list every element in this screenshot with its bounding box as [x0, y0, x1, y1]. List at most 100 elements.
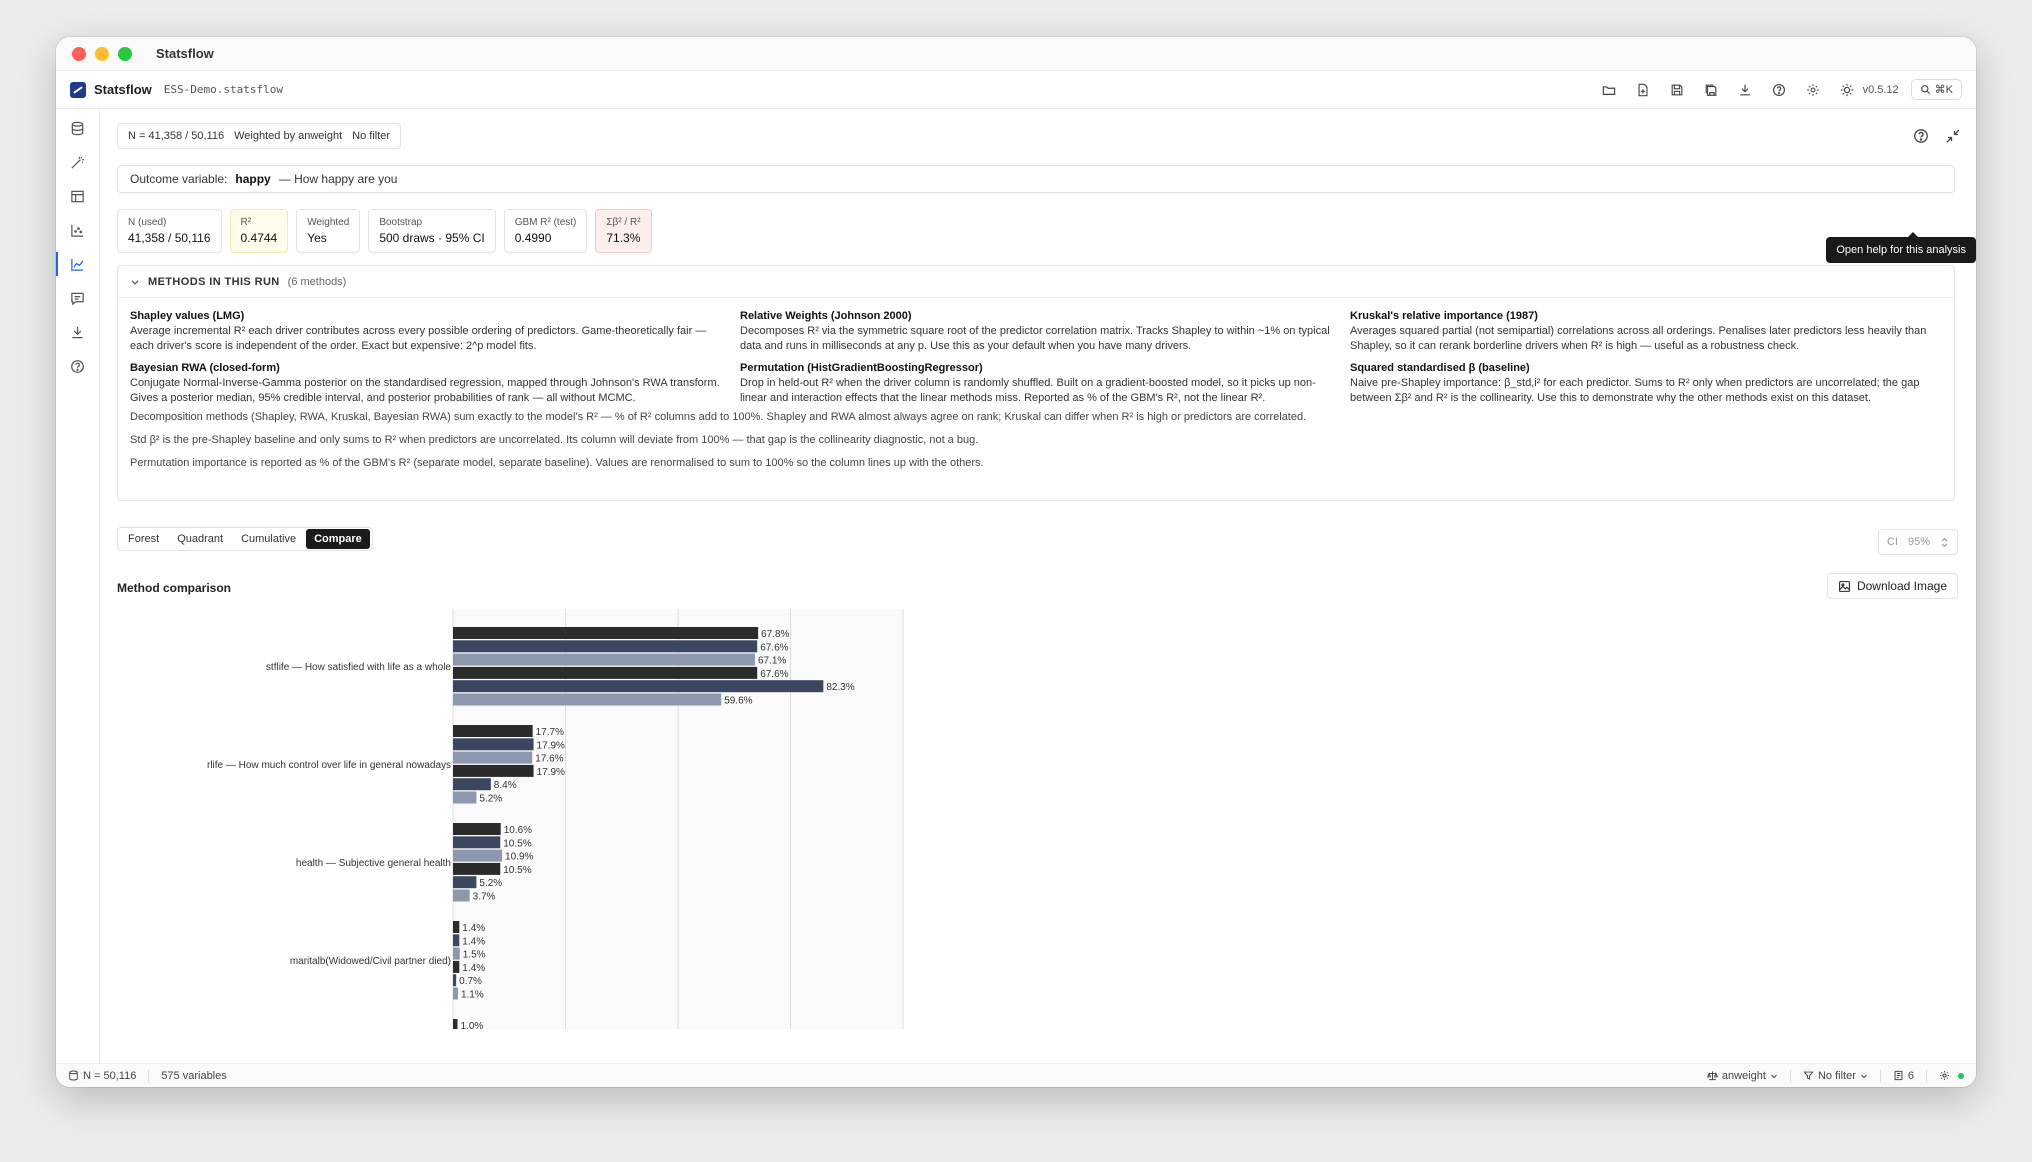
magic-wand-icon[interactable] — [69, 153, 87, 171]
sample-summary: N = 41,358 / 50,116 Weighted by anweight… — [117, 123, 402, 149]
scatter-chart-icon[interactable] — [69, 221, 87, 239]
app-window: Statsflow Statsflow ESS-Demo.statsflow v… — [56, 37, 1976, 1087]
statsflow-logo-icon — [70, 81, 86, 98]
bar — [453, 862, 501, 875]
bar — [453, 680, 824, 693]
download-icon[interactable] — [1737, 82, 1753, 98]
bar-value-label: 3.7% — [473, 892, 496, 903]
status-analyses-count[interactable]: 6 — [1893, 1070, 1914, 1082]
tab-forest[interactable]: Forest — [120, 529, 167, 549]
bar — [453, 947, 460, 960]
bar — [453, 823, 501, 835]
tab-compare[interactable]: Compare — [306, 529, 370, 549]
ci-select[interactable]: CI 95% — [1877, 529, 1958, 555]
bar — [453, 934, 460, 947]
bar — [453, 778, 491, 791]
bar-value-label: 1.4% — [462, 963, 485, 974]
outcome-variable-description: — How happy are you — [278, 172, 398, 186]
methods-note: Permutation importance is reported as % … — [130, 457, 984, 469]
command-palette-button[interactable]: ⌘K — [1910, 79, 1962, 100]
save-icon[interactable] — [1669, 82, 1685, 98]
filter-chip: No filter — [352, 130, 391, 142]
bar — [453, 987, 458, 1000]
app-version: v0.5.12 — [1862, 83, 1899, 96]
close-window-button[interactable] — [72, 46, 86, 61]
chart-title: Method comparison — [117, 581, 232, 595]
open-folder-icon[interactable] — [1601, 82, 1617, 98]
status-weight-select[interactable]: anweight — [1706, 1070, 1778, 1082]
help-circle-icon[interactable] — [69, 357, 87, 375]
stat-r-squared: R² 0.4744 — [229, 209, 289, 253]
bar-value-label: 10.5% — [503, 865, 531, 876]
stat-weighted: Weighted Yes — [296, 209, 361, 253]
bar — [453, 666, 758, 679]
ci-value: 95% — [1907, 536, 1930, 548]
download-image-button[interactable]: Download Image — [1826, 573, 1958, 599]
methods-count: (6 methods) — [287, 275, 347, 288]
stat-beta-ratio: Σβ² / R² 71.3% — [595, 209, 652, 253]
status-variables: 575 variables — [161, 1069, 227, 1082]
table-icon[interactable] — [69, 187, 87, 205]
methods-note: Std β² is the pre-Shapley baseline and o… — [130, 434, 979, 446]
save-all-icon[interactable] — [1703, 82, 1719, 98]
category-label: rlife — How much control over life in ge… — [207, 760, 451, 771]
comments-icon[interactable] — [69, 289, 87, 307]
engine-gear-icon — [1940, 1071, 1949, 1080]
image-icon — [1839, 580, 1850, 592]
status-online-dot — [1958, 1072, 1964, 1079]
collapse-icon[interactable] — [1944, 127, 1962, 145]
analysis-help-icon[interactable] — [1912, 127, 1930, 145]
maximize-window-button[interactable] — [118, 46, 132, 61]
bar — [453, 960, 460, 973]
window-controls — [72, 46, 132, 61]
status-sample: N = 50,116 — [68, 1070, 136, 1082]
method-bayesian-rwa: Bayesian RWA (closed-form) Conjugate Norm… — [130, 362, 720, 404]
stat-bootstrap: Bootstrap 500 draws · 95% CI — [368, 209, 496, 253]
method-relative-weights: Relative Weights (Johnson 2000) Decompose… — [740, 310, 1330, 352]
database-icon[interactable] — [69, 119, 87, 137]
new-file-icon[interactable] — [1635, 82, 1651, 98]
status-bar: N = 50,116 575 variables anweight No fil… — [56, 1063, 1976, 1087]
settings-gear-icon[interactable] — [1805, 82, 1821, 98]
layers-icon — [1894, 1070, 1903, 1081]
bar-value-label: 17.9% — [537, 740, 565, 751]
outcome-variable-bar: Outcome variable: happy — How happy are … — [117, 165, 1955, 193]
theme-sun-icon[interactable] — [1839, 82, 1855, 98]
bar-value-label: 17.6% — [535, 754, 563, 765]
tab-cumulative[interactable]: Cumulative — [233, 529, 304, 549]
bar-value-label: 1.1% — [461, 990, 484, 1001]
bar-value-label: 10.6% — [504, 825, 532, 836]
brand-name: Statsflow — [94, 82, 152, 97]
sample-size-chip: N = 41,358 / 50,116 — [128, 130, 225, 142]
export-icon[interactable] — [69, 323, 87, 341]
bar-value-label: 67.1% — [758, 656, 786, 667]
stat-n-used: N (used) 41,358 / 50,116 — [117, 209, 222, 253]
methods-toggle[interactable]: METHODS IN THIS RUN (6 methods) — [118, 266, 1954, 298]
bar-value-label: 82.3% — [826, 682, 854, 693]
bar-value-label: 67.8% — [761, 629, 789, 640]
method-squared-beta: Squared standardised β (baseline) Naive p… — [1350, 362, 1920, 404]
category-label: health — Subjective general health — [296, 858, 451, 869]
download-image-label: Download Image — [1856, 579, 1947, 593]
bar-value-label: 0.7% — [459, 976, 482, 987]
bar-value-label: 17.7% — [536, 727, 564, 738]
main-panel: N = 41,358 / 50,116 Weighted by anweight… — [101, 109, 1976, 1063]
help-icon[interactable] — [1771, 82, 1787, 98]
methods-title: METHODS IN THIS RUN — [148, 275, 280, 288]
bar — [453, 1019, 458, 1031]
bar — [453, 921, 460, 933]
bar-value-label: 67.6% — [760, 669, 788, 680]
help-tooltip: Open help for this analysis — [1826, 232, 1976, 263]
status-filter-select[interactable]: No filter — [1803, 1070, 1868, 1082]
category-label: stflife — How satisfied with life as a w… — [266, 662, 452, 673]
line-chart-icon[interactable] — [56, 252, 87, 276]
chevron-down-icon — [1771, 1074, 1777, 1078]
tab-quadrant[interactable]: Quadrant — [169, 529, 231, 549]
summary-stats: N (used) 41,358 / 50,116 R² 0.4744 Weighte… — [117, 209, 652, 253]
method-comparison-chart: stflife — How satisfied with life as a w… — [101, 609, 1201, 1032]
method-kruskal: Kruskal's relative importance (1987) Aver… — [1350, 310, 1927, 352]
weight-chip: Weighted by anweight — [234, 130, 343, 142]
status-engine[interactable] — [1939, 1070, 1964, 1081]
minimize-window-button[interactable] — [95, 46, 109, 61]
bar-value-label: 59.6% — [724, 696, 752, 707]
